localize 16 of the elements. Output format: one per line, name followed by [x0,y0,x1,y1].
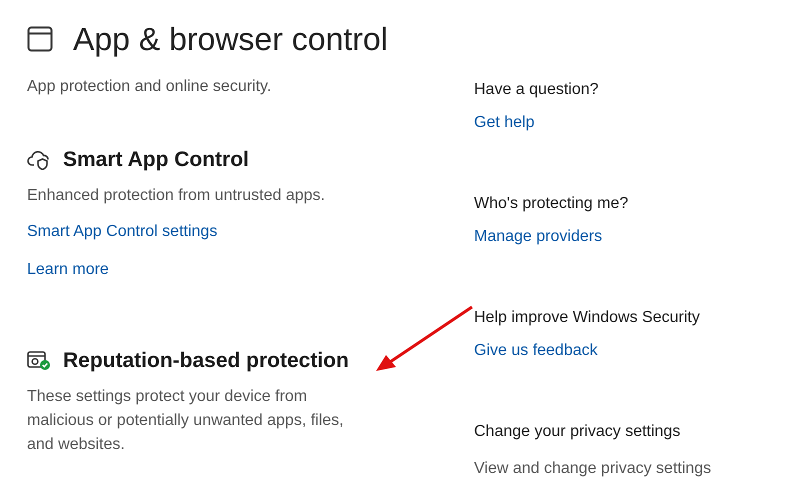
page-subtitle: App protection and online security. [27,78,272,96]
section-description: Enhanced protection from untrusted apps. [27,186,326,206]
sidebar-heading: Help improve Windows Security [474,309,700,327]
section-heading: Smart App Control [63,148,249,172]
link[interactable]: Get help [474,114,534,132]
section-heading: Reputation-based protection [63,349,349,373]
link[interactable]: Manage providers [474,228,602,246]
sidebar-text: View and change privacy settings [474,460,712,478]
sidebar-heading: Who's protecting me? [474,195,628,213]
sidebar-heading: Change your privacy settings [474,423,680,441]
sidebar-heading: Have a question? [474,81,599,99]
section-description: These settings protect your device from malicious or potentially unwanted apps, files, and websites. [27,387,345,455]
page-title: App & browser control [73,20,388,58]
link[interactable]: Smart App Control settings [27,223,218,241]
link[interactable]: Learn more [27,261,109,279]
link[interactable]: Give us feedback [474,342,598,360]
